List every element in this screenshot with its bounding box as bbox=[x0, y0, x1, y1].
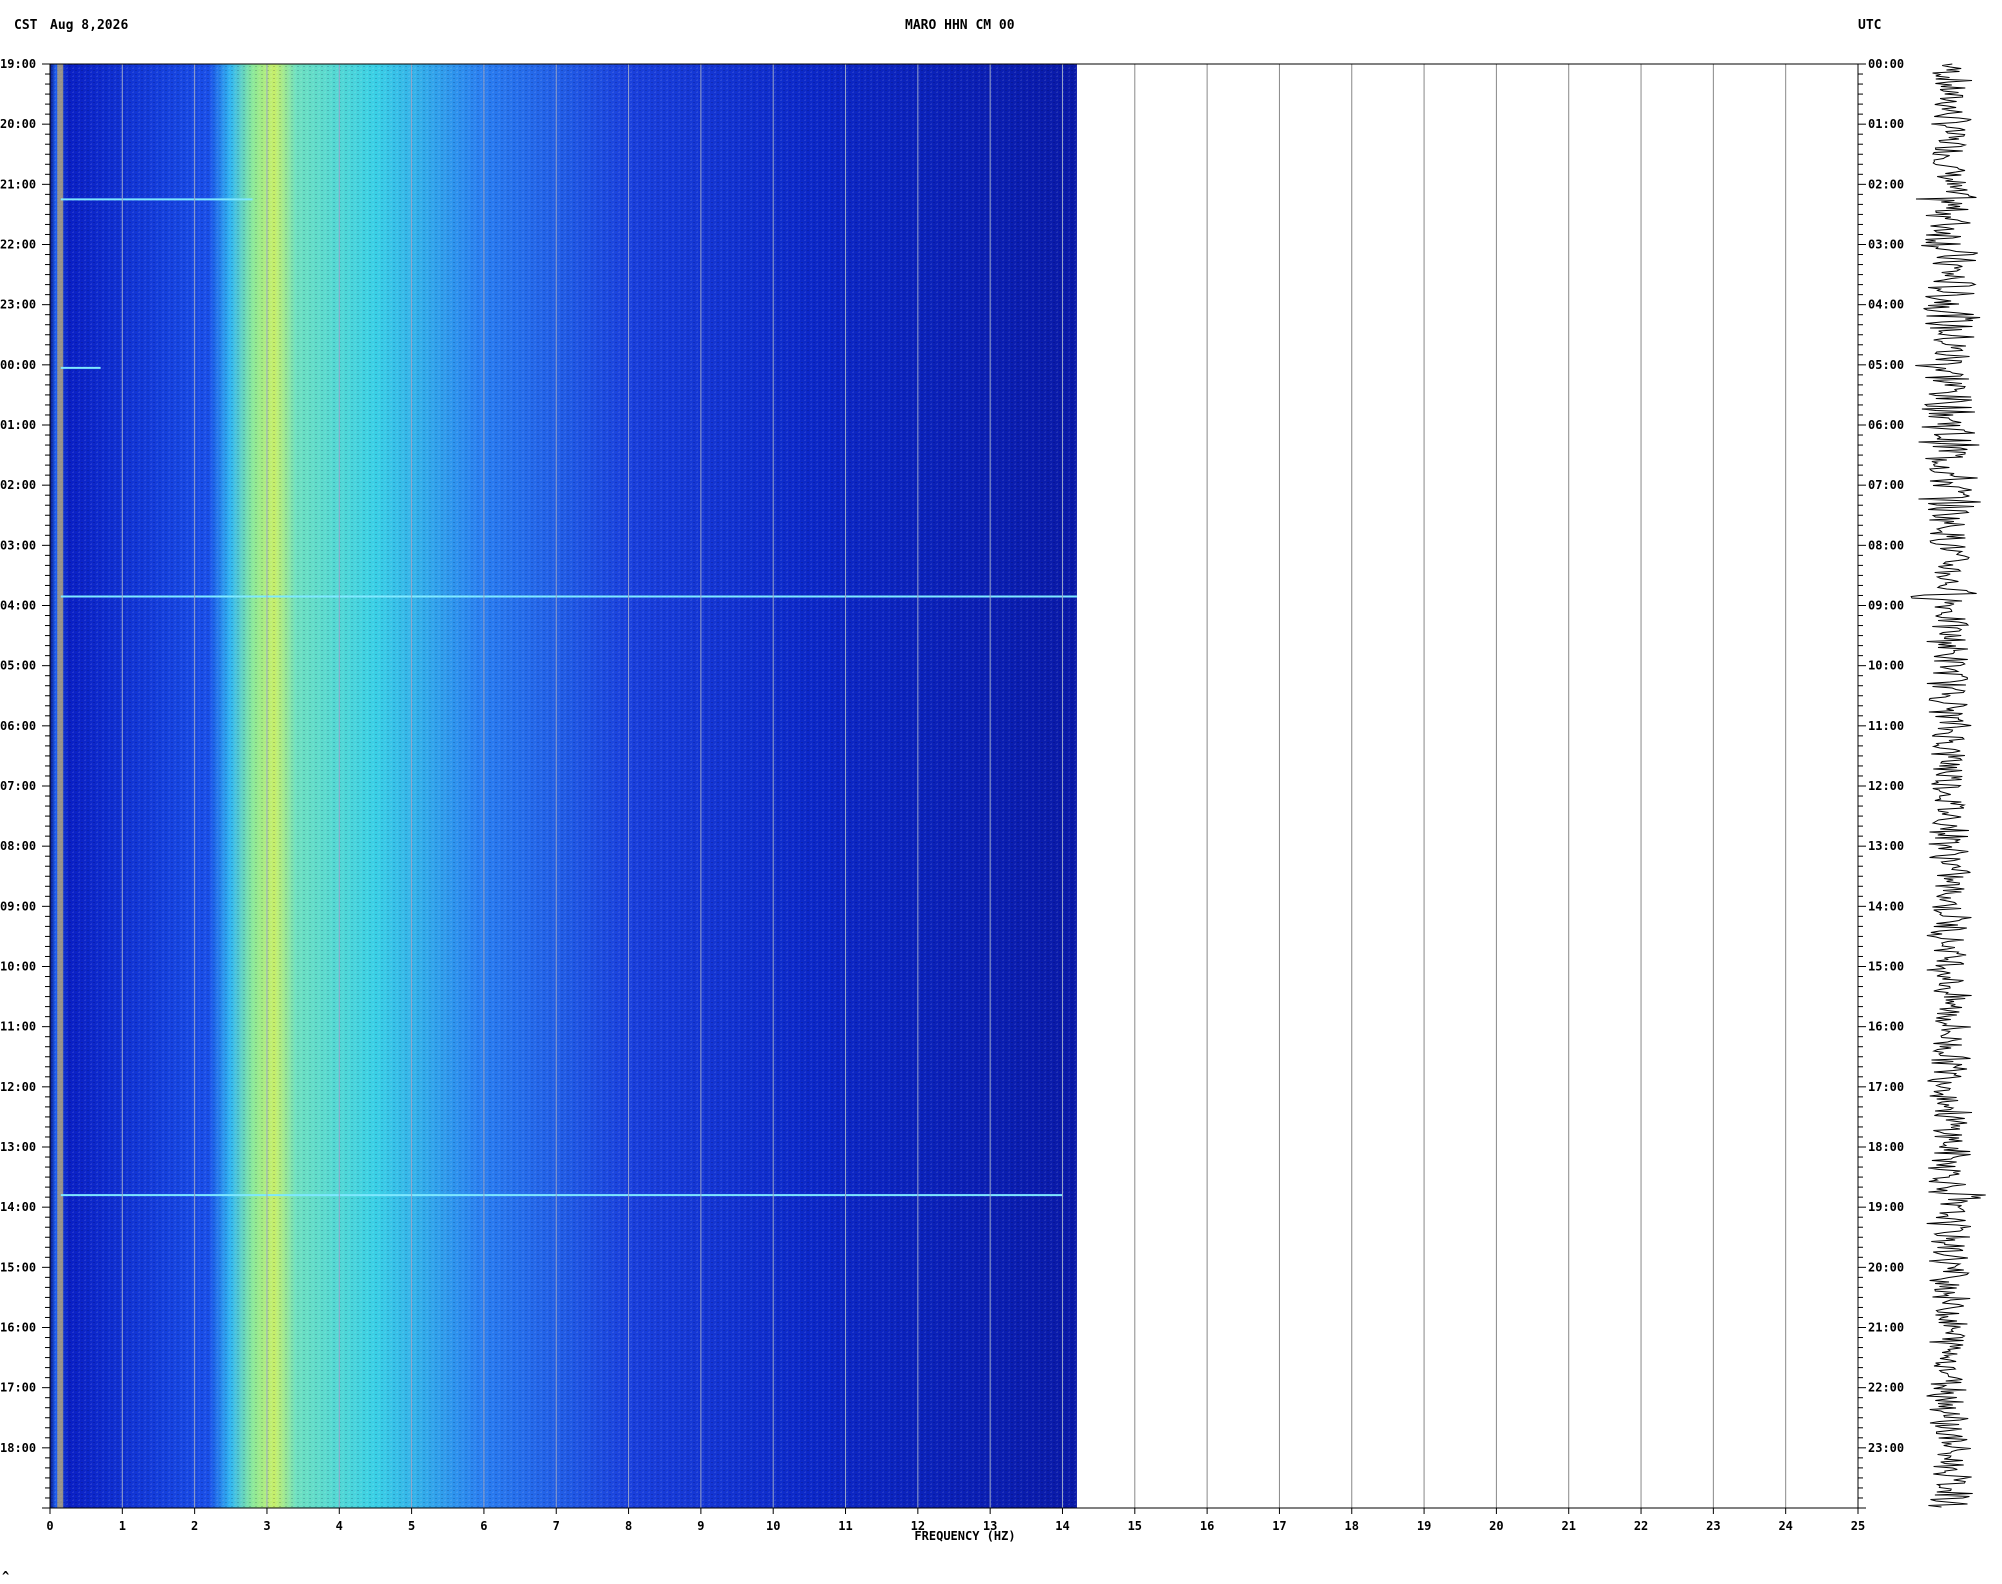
x-tick-label: 14 bbox=[1055, 1519, 1069, 1533]
left-time-label: 08:00 bbox=[0, 839, 36, 853]
x-tick-label: 15 bbox=[1128, 1519, 1142, 1533]
right-time-label: 20:00 bbox=[1868, 1260, 1904, 1274]
x-tick-label: 9 bbox=[697, 1519, 704, 1533]
right-time-label: 10:00 bbox=[1868, 659, 1904, 673]
x-tick-label: 0 bbox=[46, 1519, 53, 1533]
right-time-label: 01:00 bbox=[1868, 117, 1904, 131]
x-tick-label: 22 bbox=[1634, 1519, 1648, 1533]
left-time-label: 15:00 bbox=[0, 1260, 36, 1274]
footer-mark: ^ bbox=[2, 1569, 9, 1583]
right-time-label: 19:00 bbox=[1868, 1200, 1904, 1214]
right-time-label: 16:00 bbox=[1868, 1020, 1904, 1034]
right-time-label: 00:00 bbox=[1868, 57, 1904, 71]
left-time-label: 03:00 bbox=[0, 538, 36, 552]
x-tick-label: 20 bbox=[1489, 1519, 1503, 1533]
x-tick-label: 3 bbox=[263, 1519, 270, 1533]
left-time-label: 01:00 bbox=[0, 418, 36, 432]
x-tick-label: 25 bbox=[1851, 1519, 1865, 1533]
left-time-label: 10:00 bbox=[0, 960, 36, 974]
x-tick-label: 6 bbox=[480, 1519, 487, 1533]
seismogram-trace bbox=[1910, 63, 1986, 1508]
x-tick-label: 17 bbox=[1272, 1519, 1286, 1533]
x-tick-label: 18 bbox=[1345, 1519, 1359, 1533]
x-tick-label: 16 bbox=[1200, 1519, 1214, 1533]
left-time-label: 13:00 bbox=[0, 1140, 36, 1154]
right-time-label: 15:00 bbox=[1868, 960, 1904, 974]
right-time-label: 21:00 bbox=[1868, 1321, 1904, 1335]
x-tick-label: 24 bbox=[1778, 1519, 1792, 1533]
right-time-label: 07:00 bbox=[1868, 478, 1904, 492]
right-time-label: 17:00 bbox=[1868, 1080, 1904, 1094]
left-time-label: 12:00 bbox=[0, 1080, 36, 1094]
spectrogram-texture bbox=[50, 64, 1077, 1508]
right-time-label: 02:00 bbox=[1868, 177, 1904, 191]
left-time-label: 18:00 bbox=[0, 1441, 36, 1455]
left-time-label: 23:00 bbox=[0, 298, 36, 312]
left-time-label: 11:00 bbox=[0, 1020, 36, 1034]
right-time-label: 06:00 bbox=[1868, 418, 1904, 432]
left-time-label: 04:00 bbox=[0, 599, 36, 613]
left-time-label: 05:00 bbox=[0, 659, 36, 673]
x-tick-label: 5 bbox=[408, 1519, 415, 1533]
right-time-label: 11:00 bbox=[1868, 719, 1904, 733]
right-time-label: 12:00 bbox=[1868, 779, 1904, 793]
x-tick-label: 10 bbox=[766, 1519, 780, 1533]
x-tick-label: 21 bbox=[1561, 1519, 1575, 1533]
left-time-label: 09:00 bbox=[0, 899, 36, 913]
left-time-label: 07:00 bbox=[0, 779, 36, 793]
left-time-label: 14:00 bbox=[0, 1200, 36, 1214]
left-time-label: 22:00 bbox=[0, 238, 36, 252]
left-time-label: 02:00 bbox=[0, 478, 36, 492]
x-tick-label: 11 bbox=[838, 1519, 852, 1533]
x-tick-label: 4 bbox=[336, 1519, 343, 1533]
x-tick-label: 19 bbox=[1417, 1519, 1431, 1533]
left-time-label: 19:00 bbox=[0, 57, 36, 71]
left-time-label: 16:00 bbox=[0, 1321, 36, 1335]
left-time-label: 00:00 bbox=[0, 358, 36, 372]
left-time-label: 20:00 bbox=[0, 117, 36, 131]
x-tick-label: 1 bbox=[119, 1519, 126, 1533]
right-time-label: 13:00 bbox=[1868, 839, 1904, 853]
left-time-label: 06:00 bbox=[0, 719, 36, 733]
right-time-label: 05:00 bbox=[1868, 358, 1904, 372]
right-time-label: 04:00 bbox=[1868, 298, 1904, 312]
x-tick-label: 8 bbox=[625, 1519, 632, 1533]
right-time-label: 03:00 bbox=[1868, 238, 1904, 252]
right-time-label: 14:00 bbox=[1868, 899, 1904, 913]
waveform-path bbox=[1910, 63, 1986, 1508]
spectrogram-chart: 0 1 2 3 4 5 6 7 8 9 10 11 12 13 14 15 16 17 18 19 20 21 22 23 24… bbox=[0, 57, 1986, 1583]
left-time-label: 17:00 bbox=[0, 1381, 36, 1395]
spectrogram-image bbox=[50, 64, 1077, 1508]
left-time-label: 21:00 bbox=[0, 177, 36, 191]
right-time-label: 22:00 bbox=[1868, 1381, 1904, 1395]
right-time-label: 18:00 bbox=[1868, 1140, 1904, 1154]
right-time-label: 23:00 bbox=[1868, 1441, 1904, 1455]
right-time-label: 08:00 bbox=[1868, 538, 1904, 552]
x-tick-label: 23 bbox=[1706, 1519, 1720, 1533]
right-time-label: 09:00 bbox=[1868, 599, 1904, 613]
x-tick-label: 2 bbox=[191, 1519, 198, 1533]
x-tick-label: 7 bbox=[553, 1519, 560, 1533]
x-axis-label: FREQUENCY (HZ) bbox=[914, 1529, 1015, 1543]
low-frequency-stripe bbox=[57, 64, 64, 1508]
